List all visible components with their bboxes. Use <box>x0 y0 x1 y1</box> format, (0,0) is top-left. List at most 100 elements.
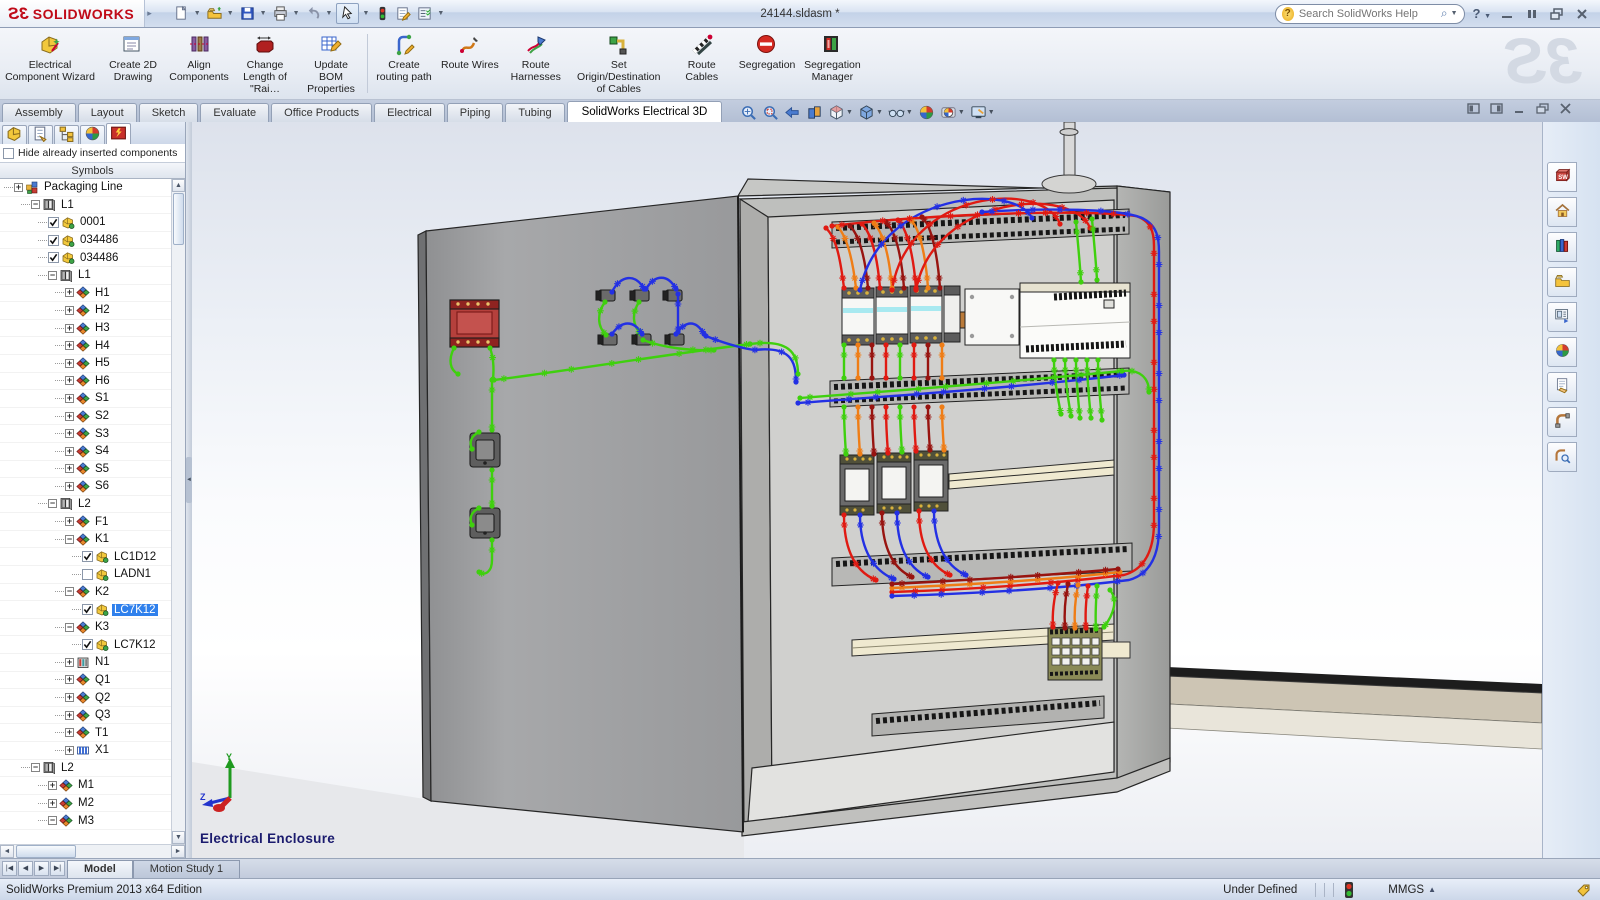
display-style-caret-icon[interactable]: ▼ <box>876 109 883 116</box>
expander-plus-icon[interactable]: + <box>65 412 74 421</box>
expander-plus-icon[interactable]: + <box>65 288 74 297</box>
tag-icon[interactable] <box>1576 883 1592 897</box>
brand-expand-icon[interactable]: ▸ <box>147 8 152 19</box>
tab-model[interactable]: Model <box>67 860 133 878</box>
scroll-down-icon[interactable]: ▼ <box>172 831 185 844</box>
expander-plus-icon[interactable]: + <box>48 799 57 808</box>
tab-sketch[interactable]: Sketch <box>139 103 199 122</box>
tab-piping[interactable]: Piping <box>447 103 504 122</box>
apply-scene-button[interactable]: ▼ <box>940 104 965 121</box>
tree-row-s1[interactable]: +S1 <box>0 390 171 408</box>
save-button[interactable] <box>238 4 257 23</box>
search-icon[interactable]: ⌕ <box>1441 6 1448 21</box>
scroll-left-icon[interactable]: ◄ <box>0 845 14 858</box>
panel-tab-properties-sheet[interactable] <box>28 125 53 144</box>
section-view-button[interactable] <box>806 104 823 121</box>
tree-row-t1[interactable]: +T1 <box>0 724 171 742</box>
tree-row-q2[interactable]: +Q2 <box>0 689 171 707</box>
ribbon-route-cables-button[interactable]: Route Cables <box>669 28 735 99</box>
tree-row-m2[interactable]: +M2 <box>0 795 171 813</box>
zoom-to-area-button[interactable] <box>762 104 779 121</box>
expander-plus-icon[interactable]: + <box>65 728 74 737</box>
tab-solidworks-electrical-3d[interactable]: SolidWorks Electrical 3D <box>567 101 723 122</box>
cascade-doc-icon[interactable] <box>1536 103 1549 114</box>
tab-layout[interactable]: Layout <box>78 103 137 122</box>
scroll-up-icon[interactable]: ▲ <box>172 179 185 192</box>
enclosure-cabinet[interactable] <box>738 179 1170 836</box>
expander-plus-icon[interactable]: + <box>65 658 74 667</box>
graphics-viewport[interactable]: Y Z Electrical Enclosure <box>192 122 1542 858</box>
save-caret-icon[interactable]: ▼ <box>260 10 267 17</box>
tree-row-q3[interactable]: +Q3 <box>0 707 171 725</box>
view-settings-button[interactable]: ▼ <box>970 104 995 121</box>
close-button-icon[interactable] <box>1574 7 1590 21</box>
ribbon-electrical-wizard-button[interactable]: Electrical Component Wizard <box>0 28 100 99</box>
expander-plus-icon[interactable]: + <box>65 306 74 315</box>
expander-minus-icon[interactable]: − <box>65 587 74 596</box>
new-document-button[interactable] <box>172 4 191 23</box>
expander-minus-icon[interactable]: − <box>48 499 57 508</box>
print-button[interactable] <box>271 4 290 23</box>
open-caret-icon[interactable]: ▼ <box>227 10 234 17</box>
tree-row-f1[interactable]: +F1 <box>0 513 171 531</box>
tree-row-packaging-line[interactable]: +Packaging Line <box>0 179 171 197</box>
view-orientation-caret-icon[interactable]: ▼ <box>846 109 853 116</box>
traffic-light-button[interactable] <box>373 4 392 23</box>
prev-sheet-icon[interactable]: ◀ <box>18 861 33 876</box>
design-library-button[interactable] <box>1547 232 1577 262</box>
options-button[interactable] <box>415 4 434 23</box>
tab-office-products[interactable]: Office Products <box>271 103 372 122</box>
tree-row-k2[interactable]: −K2 <box>0 584 171 602</box>
tree-row-s3[interactable]: +S3 <box>0 425 171 443</box>
ribbon-route-wires-button[interactable]: Route Wires <box>437 28 503 99</box>
expander-plus-icon[interactable]: + <box>65 359 74 368</box>
expander-plus-icon[interactable]: + <box>65 429 74 438</box>
ribbon-segregation-manager-button[interactable]: Segregation Manager <box>799 28 865 99</box>
ribbon-change-length-button[interactable]: Change Length of "Rai… <box>232 28 298 99</box>
options-caret-icon[interactable]: ▼ <box>437 10 444 17</box>
tab-motion-study[interactable]: Motion Study 1 <box>133 860 240 878</box>
solidworks-resources-button[interactable]: SW <box>1547 162 1577 192</box>
ribbon-align-components-button[interactable]: Align Components <box>166 28 232 99</box>
routing-library-button[interactable] <box>1547 407 1577 437</box>
plc-module[interactable] <box>1020 283 1130 358</box>
expander-minus-icon[interactable]: − <box>65 535 74 544</box>
tree-checkbox[interactable] <box>48 235 59 246</box>
tree-row-034486[interactable]: 034486 <box>0 249 171 267</box>
expander-plus-icon[interactable]: + <box>14 183 23 192</box>
ribbon-route-harnesses-button[interactable]: Route Harnesses <box>503 28 569 99</box>
search-caret-icon[interactable]: ▼ <box>1451 10 1458 17</box>
expander-minus-icon[interactable]: − <box>65 623 74 632</box>
expander-plus-icon[interactable]: + <box>65 711 74 720</box>
restore-button-icon[interactable] <box>1549 7 1565 21</box>
expander-plus-icon[interactable]: + <box>65 517 74 526</box>
tree-checkbox[interactable] <box>82 604 93 615</box>
units-caret-icon[interactable]: ▲ <box>1428 885 1436 894</box>
new-document-caret-icon[interactable]: ▼ <box>194 10 201 17</box>
apply-scene-caret-icon[interactable]: ▼ <box>958 109 965 116</box>
select-tool-button[interactable] <box>336 3 359 24</box>
expander-plus-icon[interactable]: + <box>65 447 74 456</box>
tree-row-h2[interactable]: +H2 <box>0 302 171 320</box>
edit-appearance-button[interactable] <box>918 104 935 121</box>
tree-checkbox[interactable] <box>82 639 93 650</box>
tree-row-l1[interactable]: −L1 <box>0 267 171 285</box>
tree-row-s2[interactable]: +S2 <box>0 408 171 426</box>
tree-horizontal-scrollbar[interactable]: ◄ ► <box>0 844 185 858</box>
home-button[interactable] <box>1547 197 1577 227</box>
hide-inserted-checkbox[interactable] <box>3 148 14 159</box>
view-orientation-button[interactable]: ▼ <box>828 104 853 121</box>
expander-plus-icon[interactable]: + <box>65 376 74 385</box>
contactors[interactable] <box>840 451 948 515</box>
undo-caret-icon[interactable]: ▼ <box>326 10 333 17</box>
tile-left-icon[interactable] <box>1467 103 1480 114</box>
tree-row-m3[interactable]: −M3 <box>0 812 171 830</box>
help-search-input[interactable] <box>1299 8 1441 20</box>
ribbon-origin-destination-button[interactable]: Set Origin/Destination of Cables <box>569 28 669 99</box>
power-block[interactable] <box>960 289 1025 345</box>
tree-row-l2[interactable]: −L2 <box>0 760 171 778</box>
panel-tab-electrical-components[interactable] <box>2 125 27 144</box>
expander-plus-icon[interactable]: + <box>65 324 74 333</box>
view-settings-caret-icon[interactable]: ▼ <box>988 109 995 116</box>
tab-electrical[interactable]: Electrical <box>374 103 445 122</box>
